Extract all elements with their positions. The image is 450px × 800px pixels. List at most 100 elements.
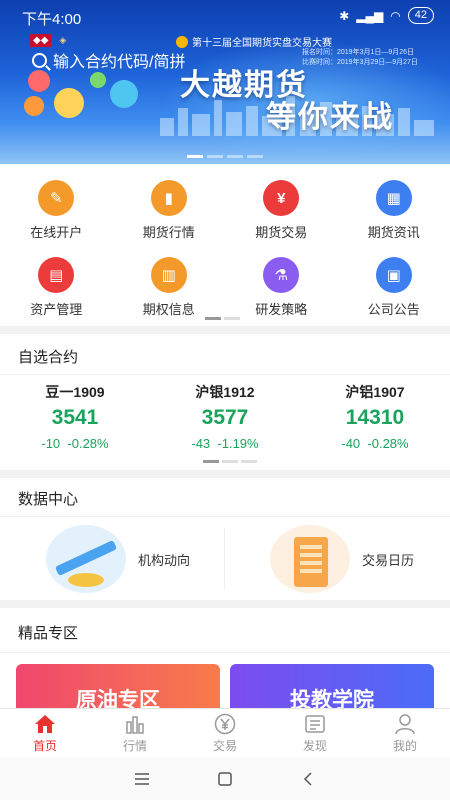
status-time: 下午4:00	[22, 11, 82, 28]
function-label: 期货行情	[142, 225, 195, 240]
discover-icon	[304, 713, 326, 735]
home-square-icon[interactable]	[210, 764, 240, 794]
bar-chart-icon: ▮	[150, 180, 187, 216]
tab-market[interactable]: 行情	[90, 709, 180, 758]
quote-item[interactable]: 沪银1912 3577 -43 -1.19%	[150, 382, 300, 451]
wallet-icon: ▤	[38, 257, 75, 293]
grid-page-indicator	[205, 317, 240, 320]
contest-title: 第十三届全国期货实盘交易大赛	[192, 38, 332, 49]
contract-price: 14310	[345, 406, 405, 429]
quote-item[interactable]: 沪铝1907 14310 -40 -0.28%	[300, 382, 450, 451]
function-item[interactable]: ¥ 期货交易	[225, 180, 338, 241]
bubble-decoration	[90, 72, 106, 88]
contract-name: 沪银1912	[195, 384, 255, 400]
calendar-building-illustration	[270, 525, 350, 593]
trading-calendar-entry[interactable]: 交易日历	[270, 524, 414, 594]
page-dot	[241, 460, 257, 463]
carousel-dot	[207, 155, 223, 158]
bubble-decoration	[110, 80, 138, 108]
function-item[interactable]: ▮ 期货行情	[113, 180, 226, 241]
carousel-dot	[187, 155, 203, 158]
function-item[interactable]: ▦ 期货资讯	[338, 180, 450, 241]
page-dot	[222, 460, 238, 463]
function-label: 期货交易	[255, 225, 308, 240]
contract-price: 3577	[201, 406, 249, 429]
contract-change: -40 -0.28%	[341, 436, 408, 451]
app-screen: 下午4:00 ✱ ▂▄▆ ◠ 42 ◆◆ ◈ 第十三届全国期货实盘交易大赛 报名…	[0, 0, 450, 800]
wifi-icon: ◠	[390, 8, 401, 23]
function-label: 研发策略	[255, 302, 308, 317]
home-icon	[34, 713, 56, 735]
quote-item[interactable]: 豆一1909 3541 -10 -0.28%	[0, 382, 150, 451]
premium-section-card: 精品专区 原油专区 投教学院	[0, 608, 450, 718]
vertical-divider	[224, 528, 225, 590]
change-percent: -1.19%	[217, 436, 259, 451]
bubble-decoration	[54, 88, 84, 118]
contest-date-line: 报名时间：2019年3月1日—9月26日	[302, 49, 415, 56]
change-value: -40	[341, 436, 361, 451]
bubble-decoration	[24, 96, 44, 116]
tab-mine[interactable]: 我的	[360, 709, 450, 758]
function-item[interactable]: ▥ 期权信息	[113, 257, 226, 318]
watchlist-page-indicator	[203, 460, 257, 463]
tab-label: 发现	[302, 739, 327, 753]
promo-banner[interactable]: 下午4:00 ✱ ▂▄▆ ◠ 42 ◆◆ ◈ 第十三届全国期货实盘交易大赛 报名…	[0, 0, 450, 164]
carousel-dot	[227, 155, 243, 158]
battery-icon: 42	[407, 7, 434, 24]
watchlist-title: 自选合约	[18, 349, 79, 366]
tab-label: 首页	[32, 739, 57, 753]
yen-coin-icon: ¥	[263, 180, 300, 216]
account-open-icon: ✎	[38, 180, 75, 216]
tab-label: 交易	[212, 739, 237, 753]
page-dot	[224, 317, 240, 320]
function-item[interactable]: ✎ 在线开户	[0, 180, 113, 241]
contest-logo-icon	[176, 35, 188, 48]
chart-icon	[124, 713, 146, 735]
contract-name: 沪铝1907	[345, 384, 405, 400]
tab-home[interactable]: 首页	[0, 709, 90, 758]
page-dot	[203, 460, 219, 463]
tab-label: 行情	[122, 739, 147, 753]
tab-label: 我的	[392, 739, 417, 753]
function-label: 期货资讯	[367, 225, 420, 240]
search-bar[interactable]: 输入合约代码/简拼	[32, 48, 185, 72]
search-placeholder: 输入合约代码/简拼	[53, 54, 186, 71]
contest-header: 第十三届全国期货实盘交易大赛	[176, 34, 332, 49]
function-item[interactable]: ▤ 资产管理	[0, 257, 113, 318]
person-icon	[394, 713, 416, 735]
carousel-indicator	[0, 155, 450, 158]
function-label: 资产管理	[30, 302, 83, 317]
contract-price: 3541	[51, 406, 99, 429]
divider	[0, 516, 450, 517]
change-percent: -0.28%	[367, 436, 409, 451]
back-icon[interactable]	[293, 764, 323, 794]
data-item-label: 交易日历	[362, 552, 415, 568]
premium-title: 精品专区	[18, 625, 79, 642]
function-item[interactable]: ⚗ 研发策略	[225, 257, 338, 318]
yen-circle-icon	[214, 713, 236, 735]
status-icons: ✱ ▂▄▆ ◠ 42	[339, 7, 434, 24]
function-item[interactable]: ▣ 公司公告	[338, 257, 450, 318]
tab-discover[interactable]: 发现	[270, 709, 360, 758]
contract-change: -43 -1.19%	[191, 436, 258, 451]
news-grid-icon: ▦	[375, 180, 412, 216]
sponsor-logo: ◆◆	[30, 34, 52, 47]
contract-name: 豆一1909	[45, 384, 105, 400]
change-value: -43	[191, 436, 211, 451]
page-dot	[205, 317, 221, 320]
institution-trends-entry[interactable]: 机构动向	[46, 524, 190, 594]
dayue-logo: ◈	[59, 35, 67, 45]
menu-icon[interactable]	[127, 764, 157, 794]
bottom-tab-bar: 首页 行情 交易 发现 我的	[0, 708, 450, 758]
function-label: 期权信息	[142, 302, 195, 317]
data-item-label: 机构动向	[138, 552, 191, 568]
watchlist-card: 自选合约 豆一1909 3541 -10 -0.28% 沪银1912 3577 …	[0, 334, 450, 470]
quote-list: 豆一1909 3541 -10 -0.28% 沪银1912 3577 -43 -…	[0, 382, 450, 451]
tab-trade[interactable]: 交易	[180, 709, 270, 758]
banner-slogan: 等你来战	[266, 101, 394, 134]
status-bar: 下午4:00 ✱ ▂▄▆ ◠ 42	[0, 0, 450, 32]
divider	[0, 652, 450, 653]
contract-change: -10 -0.28%	[41, 436, 108, 451]
bubble-decoration	[28, 70, 50, 92]
function-grid-card: ✎ 在线开户 ▮ 期货行情 ¥ 期货交易 ▦ 期货资讯 ▤ 资产管理 ▥ 期权信息 ⚗ 研发策略 ▣ 公司公告	[0, 164, 450, 326]
